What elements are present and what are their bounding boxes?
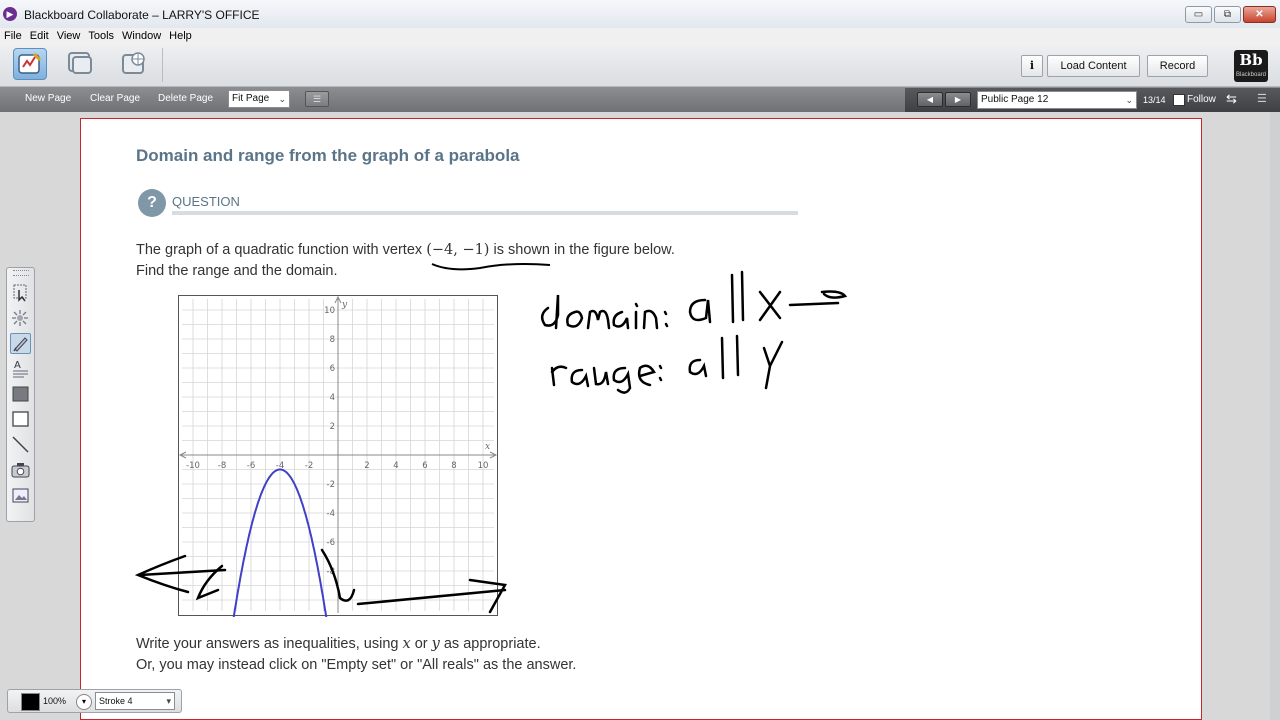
y-variable: y [431, 636, 440, 652]
pointer-tool-icon[interactable] [10, 308, 31, 329]
ink-domain [540, 270, 848, 330]
ink-range [550, 334, 784, 394]
ink-annotations [134, 263, 848, 614]
line-tool-icon[interactable] [10, 434, 31, 455]
stroke-select[interactable]: Stroke 4 ▾ [95, 692, 175, 710]
text-tool-icon[interactable]: A [10, 358, 31, 379]
zoom-level: 100% [43, 696, 67, 706]
question-line-3: Write your answers as inequalities, usin… [136, 636, 541, 652]
question-line-4: Or, you may instead click on "Empty set"… [136, 657, 577, 673]
instruction-text: as appropriate. [439, 636, 541, 652]
screen-capture-tool-icon[interactable] [10, 460, 31, 481]
instruction-text: Write your answers as inequalities, usin… [136, 636, 403, 652]
ink-arrows [134, 548, 507, 614]
insert-image-tool-icon[interactable] [10, 485, 31, 506]
instruction-text: or [410, 636, 432, 652]
filled-rectangle-tool-icon[interactable] [10, 384, 31, 405]
panel-grip[interactable] [13, 270, 29, 276]
drawing-tools-panel: A [6, 267, 35, 522]
select-tool-icon[interactable] [10, 282, 31, 303]
pen-tool-icon[interactable] [10, 333, 31, 354]
properties-bar: 100% ▾ Stroke 4 ▾ [7, 689, 182, 713]
chevron-down-icon: ▾ [166, 696, 171, 706]
x-variable: x [402, 636, 411, 652]
color-swatch[interactable] [21, 693, 40, 711]
rectangle-tool-icon[interactable] [10, 409, 31, 430]
stroke-value: Stroke 4 [99, 696, 133, 706]
ink-underline [431, 263, 551, 271]
chevron-down-icon[interactable]: ▾ [76, 694, 92, 710]
svg-text:A: A [14, 360, 21, 371]
